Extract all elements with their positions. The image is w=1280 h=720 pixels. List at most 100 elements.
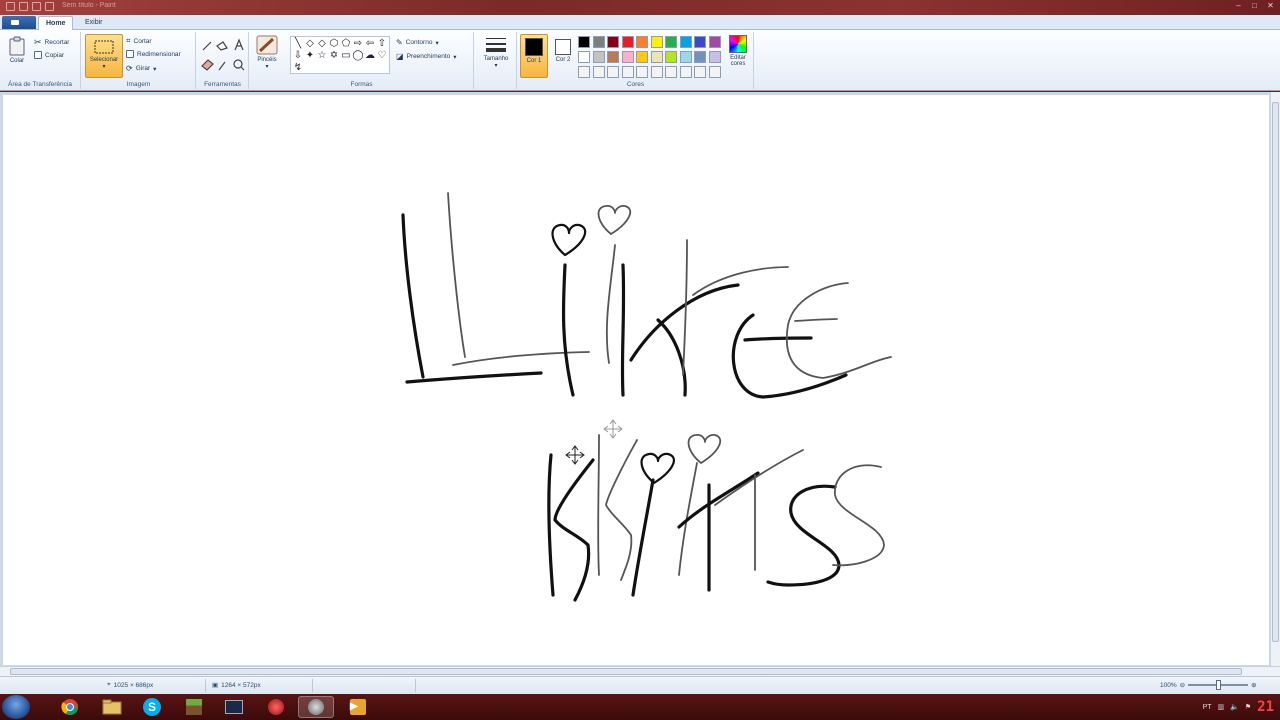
horizontal-scrollbar[interactable] — [0, 666, 1280, 676]
redo-icon[interactable] — [45, 2, 54, 11]
line-shape-icon[interactable]: ╲ — [292, 38, 304, 50]
clock[interactable]: 21 — [1257, 699, 1274, 715]
maximize-icon[interactable]: □ — [1249, 1, 1260, 11]
paint-menu-button[interactable] — [2, 16, 36, 29]
tab-home[interactable]: Home — [38, 16, 74, 30]
custom-color-slot[interactable] — [607, 66, 619, 78]
palette-color-13[interactable] — [607, 51, 619, 63]
palette-color-12[interactable] — [592, 51, 605, 63]
callout-rect-icon[interactable]: ▭ — [340, 50, 352, 62]
custom-color-slot[interactable] — [665, 66, 677, 78]
media-player-icon[interactable]: ▶ — [340, 696, 376, 718]
app-red-icon[interactable] — [258, 696, 294, 718]
volume-icon[interactable]: 🔈 — [1230, 703, 1239, 711]
save-icon[interactable] — [19, 2, 28, 11]
palette-color-19[interactable] — [694, 51, 706, 63]
pentagon-shape-icon[interactable]: ⬠ — [340, 38, 352, 50]
app-gray-icon[interactable] — [298, 696, 334, 718]
terminal-icon[interactable] — [216, 696, 252, 718]
lightning-shape-icon[interactable]: ↯ — [292, 62, 304, 74]
stroke-I3 — [631, 478, 655, 597]
hexagon-shape-icon[interactable]: ⬡ — [328, 38, 340, 50]
palette-color-2[interactable] — [592, 36, 605, 48]
color1-button[interactable]: Cor 1 — [520, 34, 548, 78]
vertical-scrollbar[interactable] — [1270, 92, 1280, 666]
diamond2-shape-icon[interactable]: ◇ — [316, 38, 328, 50]
zoom-in-icon[interactable]: ⊕ — [1251, 681, 1256, 689]
custom-color-slot[interactable] — [578, 66, 590, 78]
palette-color-8[interactable] — [679, 36, 692, 48]
horizontal-scroll-thumb[interactable] — [10, 668, 1242, 675]
size-button[interactable]: Tamanho ▾ — [480, 36, 512, 80]
color2-button[interactable]: Cor 2 — [550, 34, 576, 78]
zoom-slider[interactable] — [1188, 680, 1249, 690]
undo-icon[interactable] — [32, 2, 41, 11]
cut-button[interactable]: ✂ Recortar — [34, 37, 69, 48]
vertical-scroll-thumb[interactable] — [1272, 102, 1279, 642]
minecraft-icon[interactable] — [176, 696, 212, 718]
heart-stroke-2 — [597, 204, 632, 235]
crop-button[interactable]: ⌗ Cortar — [126, 36, 152, 46]
select-button[interactable]: Selecionar ▾ — [85, 34, 123, 78]
arrow-down-shape-icon[interactable]: ⇩ — [292, 50, 304, 62]
close-icon[interactable]: ✕ — [1265, 1, 1276, 11]
resize-button[interactable]: Redimensionar — [126, 50, 181, 58]
fill-button[interactable]: ◪ Preenchimento ▾ — [396, 52, 457, 61]
palette-color-6[interactable] — [650, 36, 663, 48]
paste-button[interactable]: Colar — [4, 36, 30, 76]
ribbon-tabs: Home Exibir — [0, 15, 1280, 30]
four-point-star-icon[interactable]: ✦ — [304, 50, 316, 62]
rotate-button[interactable]: ⟳ Girar ▾ — [126, 64, 156, 73]
heart-shape-icon[interactable]: ♡ — [376, 50, 388, 62]
custom-color-slot[interactable] — [636, 66, 648, 78]
shapes-gallery[interactable]: ╲ ◇ ◇ ⬡ ⬠ ⇨ ⇦ ⇧ ⇩ ✦ ☆ ✡ ▭ ◯ ☁ ♡ ↯ — [290, 36, 390, 74]
copy-button[interactable]: Copiar — [34, 51, 64, 59]
arrow-up-shape-icon[interactable]: ⇧ — [376, 38, 388, 50]
magnifier-icon — [233, 59, 243, 69]
chrome-icon[interactable] — [52, 696, 88, 718]
minimize-icon[interactable]: – — [1233, 1, 1244, 11]
outline-button[interactable]: ✎ Contorno ▾ — [396, 38, 439, 47]
palette-color-4[interactable] — [621, 36, 634, 48]
arrow-left-shape-icon[interactable]: ⇦ — [364, 38, 376, 50]
flag-icon[interactable]: ⚑ — [1245, 703, 1251, 711]
tab-view[interactable]: Exibir — [78, 16, 110, 30]
start-button[interactable] — [2, 695, 30, 719]
diamond-shape-icon[interactable]: ◇ — [304, 38, 316, 50]
palette-color-18[interactable] — [679, 51, 692, 63]
palette-color-17[interactable] — [665, 51, 677, 63]
six-point-star-icon[interactable]: ✡ — [328, 50, 340, 62]
skype-icon[interactable]: S — [134, 696, 170, 718]
palette-color-11[interactable] — [578, 51, 590, 63]
palette-color-3[interactable] — [607, 36, 619, 48]
palette-color-10[interactable] — [708, 36, 721, 48]
app-icon[interactable] — [6, 2, 15, 11]
palette-color-20[interactable] — [708, 51, 721, 63]
palette-color-5[interactable] — [636, 36, 648, 48]
custom-color-slot[interactable] — [708, 66, 721, 78]
drawing-canvas[interactable] — [3, 95, 1269, 665]
zoom-out-icon[interactable]: ⊖ — [1180, 681, 1185, 689]
palette-color-1[interactable] — [578, 36, 590, 48]
edit-colors-button[interactable]: Editar cores — [724, 35, 752, 79]
custom-color-slot[interactable] — [679, 66, 692, 78]
custom-color-slot[interactable] — [621, 66, 634, 78]
custom-color-slot[interactable] — [650, 66, 663, 78]
callout-oval-icon[interactable]: ◯ — [352, 50, 364, 62]
palette-color-9[interactable] — [694, 36, 706, 48]
callout-cloud-icon[interactable]: ☁ — [364, 50, 376, 62]
five-point-star-icon[interactable]: ☆ — [316, 50, 328, 62]
palette-color-15[interactable] — [636, 51, 648, 63]
shapes-group-label: Formas — [350, 81, 373, 88]
palette-color-16[interactable] — [650, 51, 663, 63]
language-indicator[interactable]: PT — [1203, 704, 1212, 711]
arrow-right-shape-icon[interactable]: ⇨ — [352, 38, 364, 50]
custom-color-slot[interactable] — [694, 66, 706, 78]
explorer-icon[interactable] — [94, 696, 130, 718]
network-icon[interactable]: ▥ — [1218, 703, 1225, 711]
palette-color-7[interactable] — [665, 36, 677, 48]
palette-color-14[interactable] — [621, 51, 634, 63]
zoom-slider-thumb[interactable] — [1216, 680, 1222, 690]
canvas-size-icon: ▣ — [212, 682, 219, 689]
custom-color-slot[interactable] — [592, 66, 605, 78]
